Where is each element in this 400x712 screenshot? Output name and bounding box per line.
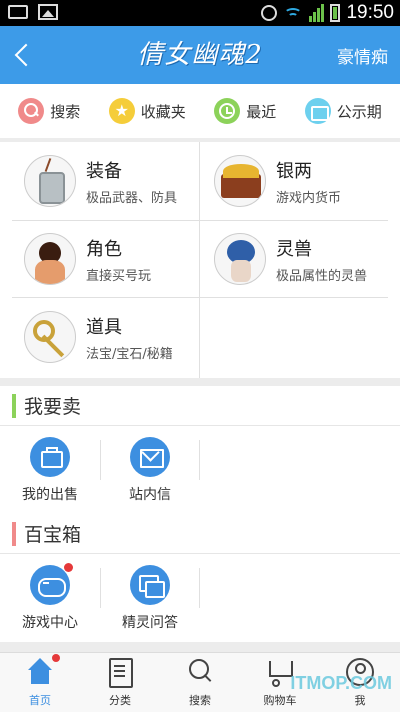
quick-link-search[interactable]: 搜索 xyxy=(18,98,80,124)
quick-link-favorites[interactable]: ★ 收藏夹 xyxy=(108,98,186,124)
notification-badge xyxy=(64,562,73,572)
quick-link-label: 收藏夹 xyxy=(140,102,186,121)
clock-icon xyxy=(214,98,241,124)
section-title: 我要卖 xyxy=(24,396,82,418)
category-character[interactable]: 角色 直接买号玩 xyxy=(0,220,200,298)
category-grid: 装备 极品武器、防具 银两 游戏内货币 角色 直接买号玩 灵兽 极品属性的灵兽 … xyxy=(0,142,400,378)
tab-label: 购物车 xyxy=(263,694,297,707)
notice-icon xyxy=(304,98,331,124)
category-spirit-pet[interactable]: 灵兽 极品属性的灵兽 xyxy=(190,220,390,298)
tab-label: 我 xyxy=(354,694,366,707)
my-sales-button[interactable]: 我的出售 xyxy=(0,426,100,514)
user-name[interactable]: 豪情痴 xyxy=(337,43,388,68)
category-silver[interactable]: 银两 游戏内货币 xyxy=(190,142,390,220)
quick-link-notice[interactable]: 公示期 xyxy=(304,98,382,124)
wifi-icon xyxy=(283,6,303,20)
spirit-pet-icon xyxy=(214,233,266,285)
image-icon xyxy=(38,4,58,20)
chevron-left-icon[interactable] xyxy=(10,40,36,70)
tab-label: 首页 xyxy=(29,694,51,707)
tab-label: 搜索 xyxy=(189,694,211,707)
section-item-label: 站内信 xyxy=(129,486,171,503)
alarm-icon xyxy=(261,5,278,21)
sell-section: 我要卖 我的出售 站内信 xyxy=(0,386,400,514)
list-icon xyxy=(106,658,134,688)
gamepad-icon xyxy=(30,562,73,605)
section-accent xyxy=(12,393,16,418)
search-icon xyxy=(186,658,214,686)
quick-link-label: 搜索 xyxy=(50,102,81,121)
game-center-button[interactable]: 游戏中心 xyxy=(0,554,100,642)
tab-search[interactable]: 搜索 xyxy=(160,653,240,712)
watermark: ITMOP.COM xyxy=(290,673,392,693)
category-subtitle: 极品属性的灵兽 xyxy=(276,268,368,284)
chat-icon xyxy=(130,564,170,605)
category-items[interactable]: 道具 法宝/宝石/秘籍 xyxy=(0,298,200,376)
battery-icon xyxy=(330,4,341,22)
search-icon xyxy=(18,98,45,124)
category-title: 道具 xyxy=(86,316,122,338)
game-logo: 倩女幽魂2 xyxy=(137,40,263,70)
category-subtitle: 法宝/宝石/秘籍 xyxy=(86,346,173,362)
character-icon xyxy=(24,233,76,285)
category-subtitle: 直接买号玩 xyxy=(86,268,152,284)
quick-link-label: 公示期 xyxy=(336,102,382,121)
category-subtitle: 极品武器、防具 xyxy=(86,190,178,206)
treasure-chest-icon xyxy=(214,155,266,207)
status-time: 19:50 xyxy=(346,2,394,23)
category-equipment[interactable]: 装备 极品武器、防具 xyxy=(0,142,200,220)
star-icon: ★ xyxy=(108,98,135,124)
messages-button[interactable]: 站内信 xyxy=(100,426,200,514)
amulet-icon xyxy=(24,155,76,207)
mail-icon xyxy=(130,436,170,477)
home-icon xyxy=(26,654,60,686)
app-header: 倩女幽魂2 豪情痴 xyxy=(0,26,400,84)
toolbox-section: 百宝箱 游戏中心 精灵问答 xyxy=(0,514,400,642)
section-accent xyxy=(12,521,16,546)
signal-icon xyxy=(309,4,325,22)
section-item-label: 精灵问答 xyxy=(122,614,178,631)
bottom-tab-bar: 首页 分类 搜索 购物车 我 ITMOP.COM xyxy=(0,652,400,712)
message-icon xyxy=(8,5,28,19)
quick-link-label: 最近 xyxy=(246,102,277,121)
tab-category[interactable]: 分类 xyxy=(80,653,160,712)
tab-home[interactable]: 首页 xyxy=(0,653,80,712)
quick-link-recent[interactable]: 最近 xyxy=(214,98,276,124)
status-bar: 19:50 xyxy=(0,0,400,26)
notification-badge xyxy=(52,654,60,662)
category-title: 银两 xyxy=(276,160,312,182)
key-icon xyxy=(24,311,76,363)
tab-label: 分类 xyxy=(109,694,131,707)
category-title: 装备 xyxy=(86,160,122,182)
category-title: 角色 xyxy=(86,238,122,260)
category-title: 灵兽 xyxy=(276,238,312,260)
qa-button[interactable]: 精灵问答 xyxy=(100,554,200,642)
section-item-label: 我的出售 xyxy=(22,486,78,503)
briefcase-icon xyxy=(30,436,70,477)
section-title: 百宝箱 xyxy=(24,524,82,546)
section-item-label: 游戏中心 xyxy=(22,614,78,631)
quick-links-bar: 搜索 ★ 收藏夹 最近 公示期 xyxy=(0,84,400,138)
category-subtitle: 游戏内货币 xyxy=(276,190,342,206)
